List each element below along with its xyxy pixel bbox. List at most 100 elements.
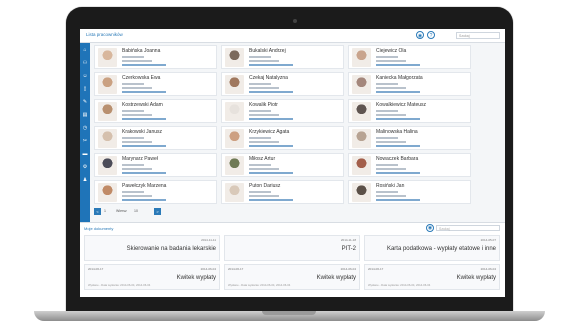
employee-card[interactable]: Bukalski Andrzej (221, 45, 344, 69)
employee-phone (249, 56, 271, 58)
employee-email-link[interactable] (249, 172, 293, 174)
edit-icon[interactable]: ✎ (82, 99, 88, 105)
employee-email-link[interactable] (122, 91, 166, 93)
employee-email-link[interactable] (122, 64, 166, 66)
document-tile[interactable]: 2014-11-11 Skierowanie na badania lekarsk… (84, 235, 220, 261)
employee-card[interactable]: Krzykiewicz Agata (221, 126, 344, 150)
avatar (98, 129, 117, 148)
employee-name: Babińska Joanna (122, 48, 161, 54)
employee-position (376, 114, 406, 116)
employee-email-link[interactable] (376, 172, 420, 174)
employee-card[interactable]: Malinowska Halina (348, 126, 471, 150)
avatar (352, 129, 371, 148)
employee-phone (122, 56, 144, 58)
search-input[interactable]: Szukaj (456, 32, 500, 39)
form-icon[interactable]: ▤ (82, 112, 88, 118)
employee-card[interactable]: Czerkowska Ewa (94, 72, 217, 96)
document-tile[interactable]: 2014-06-04 2014-06-17 Kwitek wypłaty Wysłan… (364, 264, 500, 290)
employee-card[interactable]: Kaniecka Małgorzata (348, 72, 471, 96)
card-icon[interactable]: ▬ (82, 151, 88, 157)
users-icon[interactable]: ☺ (82, 73, 88, 79)
avatar (225, 129, 244, 148)
avatar (225, 48, 244, 67)
avatar (98, 156, 117, 175)
employee-email-link[interactable] (122, 172, 166, 174)
next-page-button[interactable]: > (154, 208, 161, 215)
page-number[interactable]: 1 (104, 208, 106, 215)
avatar (352, 156, 371, 175)
employee-card[interactable]: Marynarz Paweł (94, 153, 217, 177)
avatar (98, 48, 117, 67)
employee-position (376, 195, 406, 197)
employee-phone (122, 137, 144, 139)
employee-phone (376, 137, 398, 139)
employee-email-link[interactable] (122, 145, 166, 147)
employee-email-link[interactable] (249, 118, 293, 120)
employee-position (249, 87, 279, 89)
employee-phone (376, 164, 398, 166)
avatar (352, 183, 371, 202)
document-tile[interactable]: 2014-05-07 Karta podatkowa - wypłaty etat… (364, 235, 500, 261)
employee-card[interactable]: Rosiński Jan (348, 180, 471, 204)
employee-card[interactable]: Kowalik Piotr (221, 99, 344, 123)
employee-name: Marynarz Paweł (122, 156, 158, 162)
document-title: Kwitek wypłaty (176, 275, 216, 281)
document-date-secondary: 2014-06-17 (228, 267, 244, 271)
employee-email-link[interactable] (376, 145, 420, 147)
employee-email-link[interactable] (249, 199, 293, 201)
employee-phone (376, 56, 398, 58)
employee-card[interactable]: Miłosz Artur (221, 153, 344, 177)
avatar (98, 183, 117, 202)
documents-search-input[interactable]: Szukaj (436, 225, 500, 231)
gear-icon[interactable]: ⚙ (82, 164, 88, 170)
employee-email-link[interactable] (249, 91, 293, 93)
employee-position (249, 141, 279, 143)
clock-icon[interactable]: ◷ (82, 125, 88, 131)
employee-phone (122, 83, 144, 85)
employee-card[interactable]: Czekaj Natalyzna (221, 72, 344, 96)
employee-card[interactable]: Kostrzewski Adam (94, 99, 217, 123)
employee-email-link[interactable] (376, 199, 420, 201)
employee-position (249, 195, 279, 197)
document-title: Karta podatkowa - wypłaty etatowe i inne (386, 246, 496, 252)
scissors-icon[interactable]: ✂ (82, 138, 88, 144)
collapse-icon[interactable]: ◉ (416, 31, 424, 39)
per-page-select[interactable]: 10 (134, 208, 138, 215)
document-tile[interactable]: 2014-06-04 2014-06-17 Kwitek wypłaty Wysłan… (84, 264, 220, 290)
collapse-icon[interactable]: ◉ (426, 224, 434, 232)
employee-email-link[interactable] (122, 118, 166, 120)
org-icon[interactable]: ⚇ (82, 60, 88, 66)
employee-name: Pawełczyk Marzena (122, 183, 167, 189)
document-date: 2014-11-11 (201, 238, 216, 242)
employee-position (376, 60, 406, 62)
document-date: 2014-06-04 (480, 267, 496, 271)
employee-name: Rosiński Jan (376, 183, 405, 189)
employee-email-link[interactable] (249, 64, 293, 66)
home-icon[interactable]: ⌂ (82, 47, 88, 53)
employee-card[interactable]: Babińska Joanna (94, 45, 217, 69)
employee-card[interactable]: Kowalkiewicz Mateusz (348, 99, 471, 123)
employee-name: Krzykiewicz Agata (249, 129, 290, 135)
employee-name: Kowalik Piotr (249, 102, 278, 108)
document-tile[interactable]: 2014-06-04 2014-06-17 Kwitek wypłaty Wysłan… (224, 264, 360, 290)
employee-card[interactable]: Pawełczyk Marzena (94, 180, 217, 204)
employee-card[interactable]: Puton Dariusz (221, 180, 344, 204)
sidebar: ⌂ ⚇ ☺ ▯ ✎ ▤ ◷ ✂ ▬ ⚙ ♟ (80, 43, 90, 233)
employee-email-link[interactable] (376, 64, 420, 66)
employee-card[interactable]: Krakowski Janusz (94, 126, 217, 150)
help-icon[interactable]: ? (427, 31, 435, 39)
employee-email-link[interactable] (376, 118, 420, 120)
employee-email-link[interactable] (122, 199, 166, 201)
employee-card[interactable]: Nowaczek Barbara (348, 153, 471, 177)
employee-position (249, 114, 279, 116)
avatar (225, 75, 244, 94)
employee-email-link[interactable] (249, 145, 293, 147)
document-icon[interactable]: ▯ (82, 86, 88, 92)
document-tile[interactable]: 2014-11-18 PIT-2 (224, 235, 360, 261)
document-meta: Wysłane - Data wysłania: 2014-06-04, 201… (228, 283, 291, 287)
prev-page-button[interactable]: < (94, 208, 101, 215)
employee-card[interactable]: Ciejewicz Ola (348, 45, 471, 69)
documents-title: Moje dokumenty (84, 226, 114, 231)
person-icon[interactable]: ♟ (82, 177, 88, 183)
employee-email-link[interactable] (376, 91, 420, 93)
